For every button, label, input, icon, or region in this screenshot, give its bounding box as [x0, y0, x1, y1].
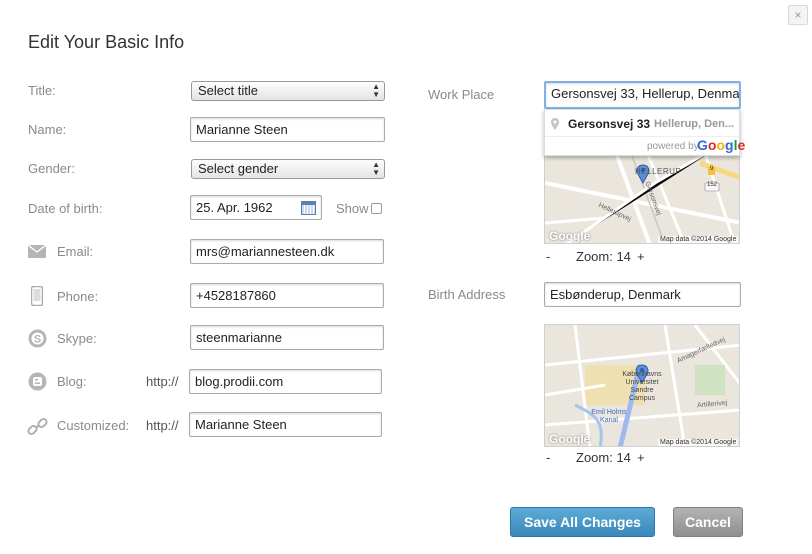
phone-label: Phone: [57, 289, 99, 304]
cancel-button[interactable]: Cancel [673, 507, 743, 537]
blog-label: Blog: [57, 374, 87, 389]
phone-input[interactable]: +4528187860 [190, 283, 384, 308]
map-attribution: Map data ©2014 Google [658, 236, 739, 243]
name-input[interactable]: Marianne Steen [190, 117, 385, 142]
name-label: Name: [28, 122, 67, 137]
work-zoom-in-button[interactable]: + [637, 249, 645, 264]
customized-input[interactable]: Marianne Steen [189, 412, 382, 437]
birth-zoom-in-button[interactable]: + [637, 450, 645, 465]
close-button[interactable]: × [788, 5, 808, 25]
dob-label: Date of birth: [28, 201, 103, 216]
select-arrows-icon: ▲ ▼ [372, 82, 380, 99]
autocomplete-dropdown: Gersonsvej 33 Hellerup, Den... powered b… [544, 109, 745, 156]
work-zoom-level: Zoom: 14 [576, 249, 631, 264]
birth-address-map[interactable]: Københavns Universitet Søndre Campus Emi… [544, 324, 740, 447]
save-button[interactable]: Save All Changes [510, 507, 655, 537]
phone-icon [31, 286, 43, 306]
autocomplete-suggestion[interactable]: Gersonsvej 33 Hellerup, Den... [545, 110, 739, 136]
svg-text:S: S [34, 334, 41, 346]
skype-icon: S [28, 329, 47, 348]
birth-zoom-out-button[interactable]: - [546, 450, 550, 465]
map-road-number: 9 [710, 166, 714, 172]
gender-label: Gender: [28, 161, 75, 176]
autocomplete-sub: Hellerup, Den... [654, 118, 735, 130]
email-label: Email: [57, 244, 94, 259]
map-google-logo: Google [549, 229, 591, 243]
map-label-campus: Københavns Universitet Søndre Campus [622, 371, 662, 402]
map-label-hellerup: HELLERUP [635, 167, 682, 176]
birth-zoom-level: Zoom: 14 [576, 450, 631, 465]
powered-by-label: powered by [647, 141, 699, 152]
calendar-icon[interactable] [301, 201, 316, 215]
title-label: Title: [28, 83, 56, 98]
envelope-icon [28, 245, 46, 258]
skype-input[interactable]: steenmarianne [190, 325, 384, 350]
dob-value: 25. Apr. 1962 [196, 200, 273, 215]
google-logo: Google [697, 137, 746, 153]
map-road-sign: 152 [707, 182, 718, 188]
customized-label: Customized: [57, 418, 130, 433]
map-attribution: Map data ©2014 Google [658, 439, 739, 446]
birth-address-label: Birth Address [428, 287, 506, 302]
customized-prefix: http:// [146, 418, 179, 433]
title-select-value: Select title [198, 83, 258, 98]
show-label: Show [336, 201, 369, 216]
work-zoom-out-button[interactable]: - [546, 249, 550, 264]
work-place-label: Work Place [428, 87, 495, 102]
blog-prefix: http:// [146, 374, 179, 389]
dialog-title: Edit Your Basic Info [28, 32, 185, 52]
blogger-icon [28, 372, 47, 391]
work-place-input[interactable]: Gersonsvej 33, Hellerup, Denma [544, 81, 741, 109]
skype-label: Skype: [57, 331, 97, 346]
map-label-canal: Emil Holms Kanal [591, 409, 627, 424]
autocomplete-main: Gersonsvej 33 [568, 117, 651, 131]
gender-select-value: Select gender [198, 161, 279, 176]
link-icon [27, 417, 48, 436]
location-pin-icon [551, 118, 559, 130]
map-google-logo: Google [549, 432, 591, 446]
gender-select[interactable]: Select gender ▲ ▼ [191, 159, 385, 179]
select-arrows-icon: ▲ ▼ [372, 160, 380, 177]
blog-input[interactable]: blog.prodii.com [189, 369, 382, 394]
show-checkbox[interactable] [371, 203, 382, 214]
email-input[interactable]: mrs@mariannesteen.dk [190, 239, 384, 264]
title-select[interactable]: Select title ▲ ▼ [191, 81, 385, 101]
birth-address-input[interactable]: Esbønderup, Denmark [544, 282, 741, 307]
